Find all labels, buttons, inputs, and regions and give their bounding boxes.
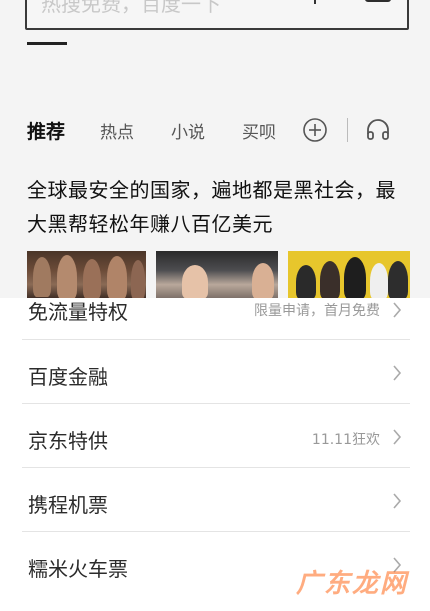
list-item-label: 携程机票 bbox=[28, 493, 108, 517]
list-item-label: 免流量特权 bbox=[28, 300, 128, 324]
list-item-label: 百度金融 bbox=[28, 365, 108, 389]
tab-divider bbox=[347, 118, 348, 142]
channel-tabs: 推荐 热点 小说 买呗 bbox=[0, 112, 430, 152]
chevron-right-icon bbox=[393, 493, 402, 509]
list-item[interactable]: 免流量特权 限量申请，首月免费 bbox=[22, 276, 410, 340]
search-placeholder: 热搜免费，百度一下 bbox=[41, 0, 221, 16]
tab-recommend[interactable]: 推荐 bbox=[27, 117, 65, 144]
list-item-note: 11.11狂欢 bbox=[311, 432, 380, 448]
microphone-icon[interactable] bbox=[305, 0, 325, 6]
list-item-note: 限量申请，首月免费 bbox=[254, 303, 380, 319]
search-input[interactable]: 热搜免费，百度一下 bbox=[25, 0, 409, 30]
tab-hot[interactable]: 热点 bbox=[100, 118, 134, 143]
site-watermark: 广东龙网 bbox=[296, 569, 409, 599]
headphone-icon[interactable] bbox=[365, 117, 391, 143]
active-tab-indicator bbox=[27, 42, 67, 45]
list-item[interactable]: 百度金融 bbox=[22, 340, 410, 404]
chevron-right-icon bbox=[393, 429, 402, 445]
camera-icon[interactable] bbox=[365, 0, 391, 2]
list-item[interactable]: 携程机票 bbox=[22, 468, 410, 532]
top-screenshot: 热搜免费，百度一下 推荐 热点 小说 买呗 全球最安全的国家，遍地都是黑社会，最… bbox=[0, 0, 430, 298]
list-item[interactable]: 京东特供 11.11狂欢 bbox=[22, 404, 410, 468]
tab-shop[interactable]: 买呗 bbox=[242, 118, 276, 143]
chevron-right-icon bbox=[393, 365, 402, 381]
add-channel-icon[interactable] bbox=[302, 117, 328, 143]
list-item-label: 京东特供 bbox=[28, 429, 108, 453]
news-headline[interactable]: 全球最安全的国家，遍地都是黑社会，最大黑帮轻松年赚八百亿美元 bbox=[27, 173, 407, 241]
list-item-label: 糯米火车票 bbox=[28, 557, 128, 581]
tab-novel[interactable]: 小说 bbox=[171, 118, 205, 143]
chevron-right-icon bbox=[393, 302, 402, 318]
